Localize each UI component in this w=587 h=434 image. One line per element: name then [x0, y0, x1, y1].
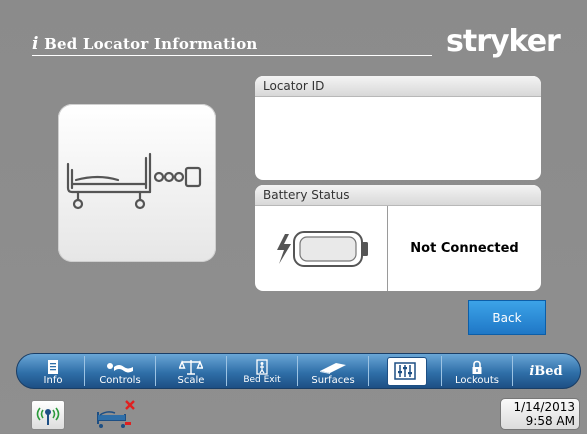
tab-bed-exit[interactable]: Bed Exit — [227, 353, 297, 389]
bed-exit-icon — [256, 359, 268, 375]
tab-ibed[interactable]: iBed — [513, 353, 579, 389]
ibed-i-glyph: i — [32, 34, 39, 54]
tab-label: Controls — [99, 375, 141, 386]
time-text: 9:58 AM — [525, 414, 575, 428]
brand-logo: stryker — [446, 24, 561, 59]
back-button[interactable]: Back — [468, 300, 546, 335]
tab-lockouts[interactable]: Lockouts — [442, 353, 512, 389]
battery-status-text: Not Connected — [410, 241, 519, 256]
settings-sliders-icon — [394, 362, 416, 380]
wireless-signal-button[interactable] — [31, 400, 65, 430]
tab-surfaces[interactable]: Surfaces — [298, 353, 368, 389]
header-underline — [32, 55, 432, 56]
lock-icon — [472, 360, 482, 374]
surfaces-icon — [320, 363, 346, 374]
bed-disconnected-icon — [97, 400, 135, 428]
scale-icon — [179, 360, 203, 375]
battery-status-panel: Battery Status Not Connected — [255, 185, 541, 291]
battery-charging-icon — [255, 206, 387, 291]
tab-label: Info — [43, 375, 63, 386]
date-text: 1/14/2013 — [513, 400, 575, 414]
tab-label: Scale — [177, 375, 205, 386]
battery-status-header: Battery Status — [255, 185, 541, 206]
bed-locator-icon — [66, 152, 202, 210]
page-title-text: Bed Locator Information — [44, 35, 258, 53]
date-time-display: 1/14/2013 9:58 AM — [500, 398, 580, 430]
controls-icon — [107, 363, 133, 373]
tab-label: Lockouts — [454, 375, 500, 386]
screen: i Bed Locator Information stryker Locato… — [0, 0, 587, 433]
locator-id-value — [255, 97, 541, 113]
tab-label: Bed Exit — [243, 375, 281, 385]
tab-label: Surfaces — [311, 375, 355, 386]
ibed-logo: Bed — [534, 363, 563, 379]
info-icon — [48, 360, 58, 374]
bed-disconnected-indicator — [95, 398, 135, 434]
locator-id-header: Locator ID — [255, 76, 541, 97]
wireless-signal-icon — [36, 407, 60, 425]
page-title: i Bed Locator Information — [32, 34, 258, 54]
bed-locator-tile — [58, 104, 216, 262]
tab-scale[interactable]: Scale — [156, 353, 226, 389]
locator-id-panel: Locator ID — [255, 76, 541, 180]
tab-info[interactable]: Info — [22, 353, 84, 389]
tab-settings[interactable] — [369, 353, 441, 389]
tab-controls[interactable]: Controls — [85, 353, 155, 389]
